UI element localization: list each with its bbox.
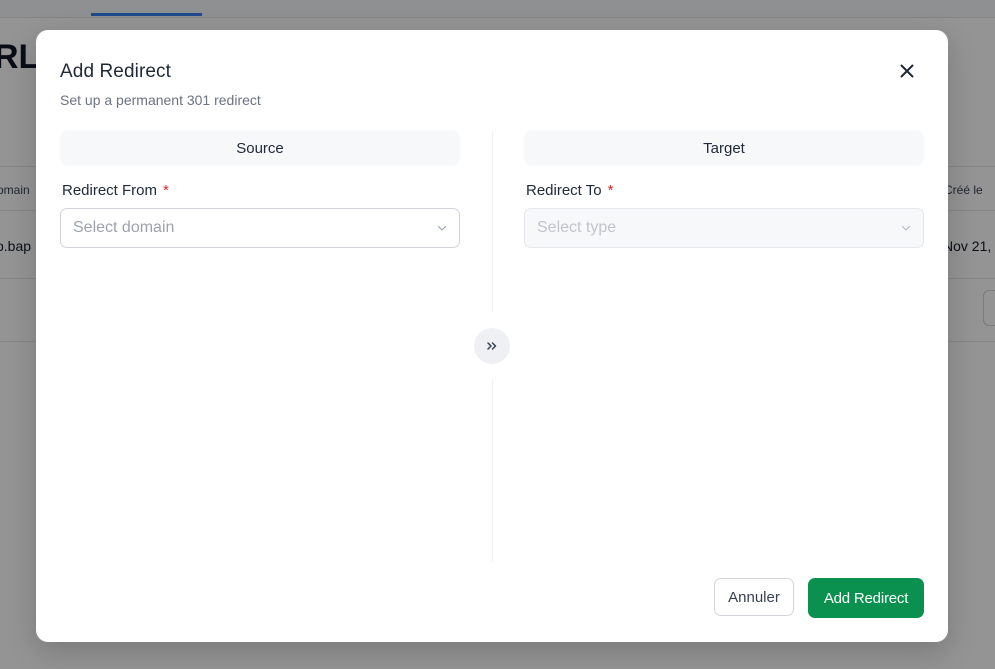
redirect-from-label-text: Redirect From [62,182,158,199]
target-column-header: Target [524,130,924,166]
column-divider [492,132,493,312]
chevron-down-icon [901,225,911,231]
chevron-down-icon [437,225,447,231]
dialog-subtitle: Set up a permanent 301 redirect [60,92,261,108]
redirect-from-label: Redirect From * [62,182,169,199]
source-column-header: Source [60,130,460,166]
redirect-to-label-text: Redirect To [526,182,602,199]
column-divider [492,380,493,562]
cancel-button[interactable]: Annuler [714,578,794,616]
add-redirect-dialog: Add Redirect Set up a permanent 301 redi… [36,30,948,642]
close-icon [900,64,914,78]
redirect-to-placeholder: Select type [537,219,617,236]
required-indicator: * [607,182,614,199]
redirect-from-placeholder: Select domain [73,219,175,236]
chevrons-right-icon [487,342,497,350]
direction-indicator [474,328,510,364]
add-redirect-button[interactable]: Add Redirect [808,578,924,618]
redirect-to-label: Redirect To * [526,182,613,199]
close-button[interactable] [894,58,920,84]
redirect-from-domain-select[interactable]: Select domain [60,208,460,248]
redirect-to-type-select[interactable]: Select type [524,208,924,248]
dialog-title: Add Redirect [60,61,172,82]
required-indicator: * [163,182,169,199]
